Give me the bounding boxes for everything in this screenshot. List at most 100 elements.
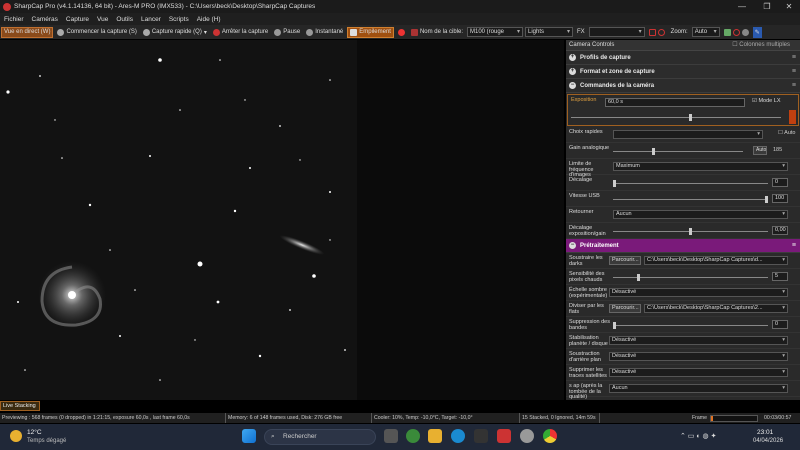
banding-input[interactable]: 0: [772, 320, 788, 329]
target-icon: [410, 28, 418, 36]
file-explorer-icon[interactable]: [428, 429, 442, 443]
usb-speed-slider-knob[interactable]: [765, 196, 768, 203]
exposure-slider-knob[interactable]: [689, 114, 692, 121]
menu-icon[interactable]: ≡: [792, 54, 796, 61]
menu-scripts[interactable]: Scripts: [165, 16, 193, 23]
dark-path-select[interactable]: C:\Users\beck\Desktop\SharpCap Captures\…: [644, 256, 788, 265]
exp-gain-offset-input[interactable]: 0,00: [772, 226, 788, 235]
menu-icon[interactable]: ≡: [792, 82, 796, 89]
background-select[interactable]: Désactivé: [609, 352, 788, 361]
frame-rate-select[interactable]: Maximum: [613, 162, 788, 171]
menu-help[interactable]: Aide (H): [193, 16, 225, 23]
taskbar-search-label: Rechercher: [283, 433, 317, 440]
annotate-button[interactable]: ✎: [752, 26, 762, 38]
quick-choice-select[interactable]: [613, 130, 763, 139]
gain-slider[interactable]: [613, 148, 743, 155]
menu-capture[interactable]: Capture: [62, 16, 93, 23]
menu-view[interactable]: Vue: [93, 16, 112, 23]
dark-scale-label: Échelle sombre (expérimentale): [569, 287, 608, 299]
stack-icon: [350, 28, 358, 36]
usb-speed-input[interactable]: 100: [772, 194, 788, 203]
start-icon[interactable]: [242, 429, 256, 443]
offset-slider-knob[interactable]: [613, 180, 616, 187]
dark-label: Soustraire les darks: [569, 255, 603, 267]
stabilization-select[interactable]: Désactivé: [609, 336, 788, 345]
flip-select[interactable]: Aucun: [613, 210, 788, 219]
app-icon-green[interactable]: [406, 429, 420, 443]
menu-tools[interactable]: Outils: [112, 16, 137, 23]
gain-auto-button[interactable]: Auto: [753, 146, 767, 155]
usb-speed-slider[interactable]: [613, 196, 768, 203]
live-view-button[interactable]: Vue en direct (W): [1, 26, 54, 38]
panel-header: Camera Controls ☐ Colonnes multiples: [566, 40, 800, 51]
menu-cameras[interactable]: Caméras: [28, 16, 62, 23]
snapshot-button[interactable]: Instantané: [304, 27, 345, 38]
menu-file[interactable]: Fichier: [0, 16, 28, 23]
status-stacked: 15 Stacked, 0 Ignored, 14m 59s: [520, 413, 600, 423]
image-viewport[interactable]: [0, 40, 564, 400]
taskbar-search[interactable]: ⌕ Rechercher: [264, 429, 376, 445]
maximize-button[interactable]: ❐: [756, 0, 778, 13]
search-icon: ⌕: [271, 433, 275, 440]
multi-columns-toggle[interactable]: ☐ Colonnes multiples: [732, 41, 790, 48]
target-name-input[interactable]: M100 (rouge: [467, 27, 523, 37]
window-title: SharpCap Pro (v4.1.14136, 64 bit) - Ares…: [14, 3, 316, 10]
view-tools[interactable]: [722, 27, 751, 38]
stop-icon: [212, 28, 220, 36]
hot-pixel-knob[interactable]: [637, 274, 640, 281]
exposure-input[interactable]: 60,0 s: [605, 98, 745, 107]
flat-path-select[interactable]: C:\Users\beck\Desktop\SharpCap Captures\…: [644, 304, 788, 313]
start-capture-label: Commencer la capture (S): [66, 29, 137, 35]
frame-progress-bar[interactable]: [710, 414, 758, 422]
histogram-buttons[interactable]: [647, 27, 667, 38]
frame-type-select[interactable]: Lights: [525, 27, 573, 37]
section-format[interactable]: + Format et zone de capture ≡: [566, 65, 800, 79]
flat-browse-button[interactable]: Parcourir...: [609, 304, 641, 313]
stop-capture-button[interactable]: Arrêter la capture: [211, 27, 270, 38]
banding-label: Suppression des bandes: [569, 319, 610, 331]
tray-icons[interactable]: ⌃ ▭ ◐ ◍ ✦: [680, 432, 716, 440]
exp-gain-offset-slider[interactable]: [613, 228, 768, 235]
section-profiles[interactable]: + Profils de capture ≡: [566, 51, 800, 65]
section-preprocessing[interactable]: − Prétraitement ≡: [566, 239, 800, 253]
hot-pixel-input[interactable]: 5: [772, 272, 788, 281]
menu-icon[interactable]: ≡: [792, 242, 796, 249]
auto-checkbox[interactable]: ☐ Auto: [778, 130, 796, 136]
gain-slider-knob[interactable]: [652, 148, 655, 155]
close-button[interactable]: ✕: [778, 0, 800, 13]
minimize-button[interactable]: —: [731, 0, 753, 13]
sharpcap-icon[interactable]: [497, 429, 511, 443]
satellite-select[interactable]: Désactivé: [609, 368, 788, 377]
offset-slider[interactable]: [613, 180, 768, 187]
app-icon-dark[interactable]: [474, 429, 488, 443]
pause-button[interactable]: Pause: [272, 27, 302, 38]
exposure-spin[interactable]: [789, 110, 796, 124]
record-icon-button[interactable]: [396, 27, 407, 38]
chrome-icon[interactable]: [543, 429, 557, 443]
banding-knob[interactable]: [613, 322, 616, 329]
quick-capture-button[interactable]: Capture rapide (Q) ▾: [141, 27, 209, 38]
edge-icon[interactable]: [451, 429, 465, 443]
task-view-icon[interactable]: [384, 429, 398, 443]
quality-select[interactable]: Aucun: [609, 384, 788, 393]
exp-gain-offset-knob[interactable]: [689, 228, 692, 235]
dark-row: Soustraire les darks Parcourir... C:\Use…: [566, 253, 800, 269]
menu-launch[interactable]: Lancer: [137, 16, 165, 23]
menu-icon[interactable]: ≡: [792, 68, 796, 75]
dark-scale-select[interactable]: Désactivé: [609, 288, 788, 297]
hot-pixel-slider[interactable]: [613, 274, 768, 281]
exposure-slider[interactable]: [571, 114, 781, 121]
banding-slider[interactable]: [613, 322, 768, 329]
section-camera[interactable]: − Commandes de la caméra ≡: [566, 79, 800, 93]
zoom-select[interactable]: Auto: [691, 27, 720, 37]
stack-button[interactable]: Empilement: [347, 26, 394, 38]
offset-input[interactable]: 0: [772, 178, 788, 187]
mode-lx-checkbox[interactable]: ☑ Mode LX: [752, 98, 780, 104]
status-memory: Memory: 6 of 148 frames used, Disk: 276 …: [226, 413, 372, 423]
app-icon-grey[interactable]: [520, 429, 534, 443]
section-format-label: Format et zone de capture: [580, 68, 655, 75]
fx-select[interactable]: [588, 27, 645, 37]
live-stacking-tab[interactable]: Live Stacking: [0, 401, 40, 411]
dark-browse-button[interactable]: Parcourir...: [609, 256, 641, 265]
start-capture-button[interactable]: Commencer la capture (S): [55, 27, 138, 38]
